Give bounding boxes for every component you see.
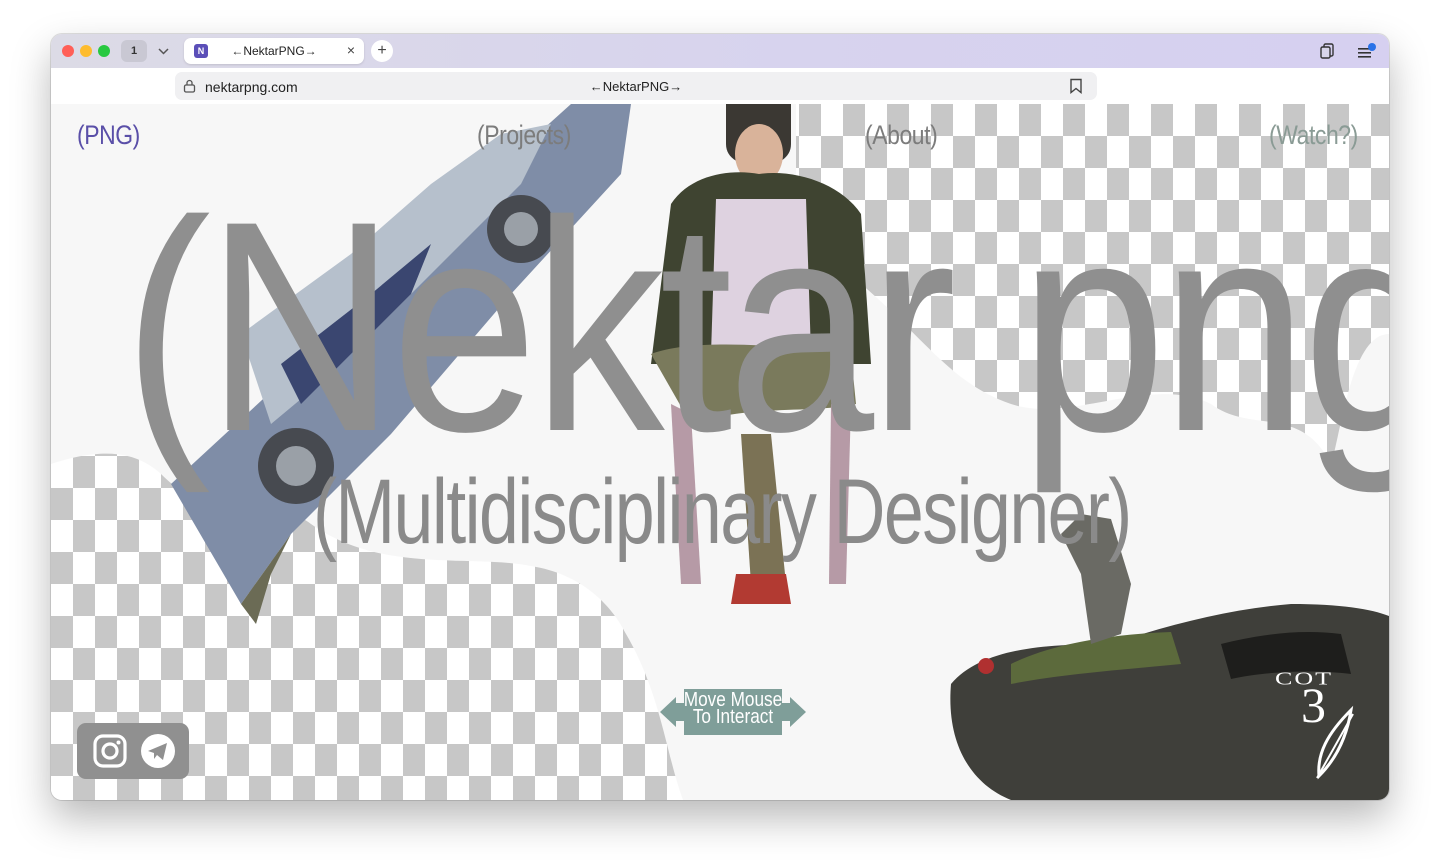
bookmarks-sidebar-icon[interactable] [1319,42,1337,60]
browser-window: 1 N ←NektarPNG→ × + nektarpng.com ←Nekta… [51,34,1389,800]
bookmark-icon[interactable] [1069,78,1083,94]
nav-projects-link[interactable]: (Projects) [477,120,571,151]
reading-list-icon[interactable] [1357,42,1377,60]
tab-active[interactable]: N ←NektarPNG→ × [184,38,364,64]
feather-icon [1316,705,1354,780]
brand-logo[interactable]: COT 3 [1267,654,1371,782]
hint-text: Move Mouse To Interact [670,690,796,728]
new-tab-button[interactable]: + [371,40,393,62]
hint-line-2: To Interact [692,706,774,728]
tab-overview-button[interactable]: 1 [121,40,147,62]
instagram-icon[interactable] [92,733,128,769]
zoom-window-button[interactable] [98,45,110,57]
browser-titlebar: 1 N ←NektarPNG→ × + [51,34,1389,68]
interaction-hint-badge: Move Mouse To Interact [660,687,806,737]
minimize-window-button[interactable] [80,45,92,57]
chevron-down-icon[interactable] [151,40,175,62]
page-title: ←NektarPNG→ [589,79,683,94]
nav-about-link[interactable]: (About) [865,120,938,151]
browser-toolbar: nektarpng.com ←NektarPNG→ [51,68,1389,104]
page-content[interactable]: (PNG) (Projects) (About) (Watch?) (Nekta… [51,104,1389,800]
close-window-button[interactable] [62,45,74,57]
tab-title: ←NektarPNG→ [231,44,317,58]
hero-title: (Nektar png) [123,158,1389,494]
address-bar[interactable]: nektarpng.com ←NektarPNG→ [175,72,1097,100]
nav-home-link[interactable]: (PNG) [77,120,140,151]
close-tab-icon[interactable]: × [347,42,355,58]
nav-watch-link[interactable]: (Watch?) [1269,120,1358,151]
hero-subtitle: (Multidisciplinary Designer) [313,461,1132,563]
telegram-icon[interactable] [140,733,176,769]
social-links [77,723,189,779]
